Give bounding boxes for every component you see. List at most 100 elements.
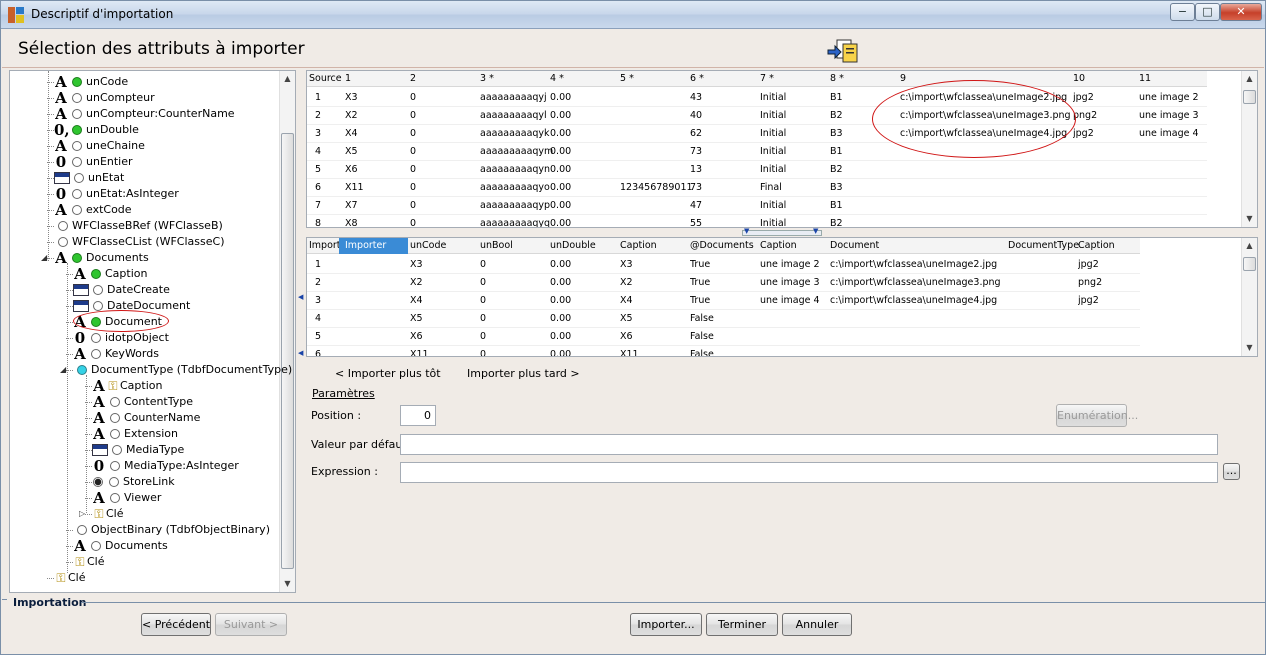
table-cell[interactable]: aaaaaaaaaqym [480, 144, 553, 160]
table-cell[interactable]: 13 [690, 162, 702, 178]
tree-item[interactable]: A ContentType [92, 394, 193, 410]
selected-status-icon[interactable] [72, 125, 82, 135]
tree-item[interactable]: 0 unEtat:AsInteger [54, 186, 179, 202]
collapse-left-icon-2[interactable]: ◀ [298, 349, 304, 357]
table-cell[interactable]: B1 [830, 198, 843, 214]
table-cell[interactable]: Initial [760, 108, 786, 124]
table-cell[interactable]: Initial [760, 90, 786, 106]
grid-splitter[interactable]: ▼ ▼ [742, 227, 822, 236]
tree-item[interactable]: AextCode [54, 202, 131, 218]
column-header[interactable]: 1 [345, 71, 351, 87]
table-cell[interactable]: une image 3 [1139, 108, 1199, 124]
maximize-button[interactable]: □ [1195, 3, 1220, 21]
next-button[interactable]: Suivant > [215, 613, 287, 636]
column-header[interactable]: unCode [410, 238, 446, 254]
default-value-input[interactable] [400, 434, 1218, 455]
table-cell[interactable]: X2 [410, 275, 423, 291]
table-cell[interactable]: X2 [345, 108, 358, 124]
table-cell[interactable]: 0 [410, 180, 416, 196]
table-cell[interactable]: 1 [315, 90, 321, 106]
scroll-up-icon[interactable]: ▲ [1242, 71, 1257, 87]
tree-item[interactable]: 0 unEntier [54, 154, 133, 170]
source-grid-scrollbar[interactable]: ▲ ▼ [1241, 71, 1257, 227]
table-cell[interactable]: jpg2 [1073, 126, 1094, 142]
tree-item[interactable]: MediaType [92, 442, 184, 458]
scroll-down-icon[interactable]: ▼ [1242, 211, 1257, 227]
table-cell[interactable]: 3 [315, 126, 321, 142]
tree-item[interactable]: A KeyWords [73, 346, 159, 362]
column-header[interactable]: DocumentType [1008, 238, 1079, 254]
unselected-status-icon[interactable] [91, 349, 101, 359]
column-header[interactable]: unDouble [550, 238, 596, 254]
table-cell[interactable]: aaaaaaaaaqyl [480, 108, 547, 124]
table-cell[interactable]: False [690, 311, 714, 327]
tree-item[interactable]: WFClasseBRef (WFClasseB) [54, 218, 223, 234]
table-cell[interactable]: aaaaaaaaaqyj [480, 90, 547, 106]
column-header[interactable]: @Documents [690, 238, 754, 254]
table-cell[interactable]: X11 [345, 180, 364, 196]
table-cell[interactable]: 6 [315, 347, 321, 356]
table-cell[interactable]: une image 2 [760, 257, 820, 273]
tree-scrollbar[interactable]: ▲ ▼ [279, 71, 295, 592]
table-cell[interactable]: X6 [345, 162, 358, 178]
tree-item[interactable]: A Documents [73, 538, 168, 554]
table-cell[interactable]: c:\import\wfclassea\uneImage3.png [830, 275, 1001, 291]
table-cell[interactable]: 2 [315, 275, 321, 291]
unselected-status-icon[interactable] [72, 141, 82, 151]
scroll-up-icon[interactable]: ▲ [1242, 238, 1257, 254]
unselected-status-icon[interactable] [77, 525, 87, 535]
table-cell[interactable]: jpg2 [1073, 90, 1094, 106]
selected-status-icon[interactable] [72, 77, 82, 87]
tree-item[interactable]: ⚿ Clé [54, 570, 85, 586]
column-header[interactable]: Import [309, 238, 341, 254]
table-cell[interactable]: 0 [410, 198, 416, 214]
table-cell[interactable]: 0.00 [550, 275, 571, 291]
unselected-status-icon[interactable] [110, 429, 120, 439]
table-cell[interactable]: X3 [620, 257, 633, 273]
table-cell[interactable]: 4 [315, 311, 321, 327]
tree-item[interactable]: 0 idotpObject [73, 330, 169, 346]
scroll-thumb[interactable] [1243, 257, 1256, 271]
expand-icon[interactable]: ▷ [79, 509, 85, 518]
table-cell[interactable]: B1 [830, 90, 843, 106]
table-cell[interactable]: X11 [410, 347, 429, 356]
collapse-left-icon[interactable]: ◀ [298, 293, 304, 301]
tree-item[interactable]: AunCode [54, 74, 128, 90]
table-cell[interactable]: 0 [410, 216, 416, 227]
table-cell[interactable]: 0 [480, 347, 486, 356]
table-cell[interactable]: 3 [315, 293, 321, 309]
unselected-status-icon[interactable] [110, 413, 120, 423]
column-header[interactable]: 7 * [760, 71, 774, 87]
table-cell[interactable]: X3 [345, 90, 358, 106]
unselected-status-icon[interactable] [77, 365, 87, 375]
scroll-down-icon[interactable]: ▼ [280, 576, 295, 592]
scroll-thumb[interactable] [281, 133, 294, 569]
tree-item[interactable]: A Documents [54, 250, 149, 266]
table-cell[interactable]: 47 [690, 198, 702, 214]
table-cell[interactable]: True [690, 293, 710, 309]
table-cell[interactable]: c:\import\wfclassea\uneImage4.jpg [830, 293, 997, 309]
unselected-status-icon[interactable] [91, 541, 101, 551]
table-cell[interactable]: aaaaaaaaaqyn [480, 162, 550, 178]
unselected-status-icon[interactable] [74, 173, 84, 183]
table-cell[interactable]: Initial [760, 162, 786, 178]
table-cell[interactable]: 0.00 [550, 347, 571, 356]
enumeration-button[interactable]: Enumération... [1056, 404, 1138, 427]
table-cell[interactable]: 0.00 [550, 311, 571, 327]
table-cell[interactable]: 0 [480, 275, 486, 291]
collapse-icon[interactable]: ◢ [60, 365, 66, 374]
import-grid-scrollbar[interactable]: ▲ ▼ [1241, 238, 1257, 356]
unselected-status-icon[interactable] [58, 237, 68, 247]
table-cell[interactable]: 0.00 [550, 329, 571, 345]
table-cell[interactable]: Initial [760, 216, 786, 227]
table-cell[interactable]: 0 [410, 90, 416, 106]
unselected-status-icon[interactable] [72, 93, 82, 103]
tree-item[interactable]: A Viewer [92, 490, 161, 506]
table-cell[interactable]: 43 [690, 90, 702, 106]
unselected-status-icon[interactable] [72, 157, 82, 167]
tree-item[interactable]: ObjectBinary (TdbfObjectBinary) [73, 522, 270, 538]
tree-item[interactable]: A Extension [92, 426, 178, 442]
column-header[interactable]: 5 * [620, 71, 634, 87]
table-cell[interactable]: 0.00 [550, 293, 571, 309]
table-cell[interactable]: 73 [690, 180, 702, 196]
